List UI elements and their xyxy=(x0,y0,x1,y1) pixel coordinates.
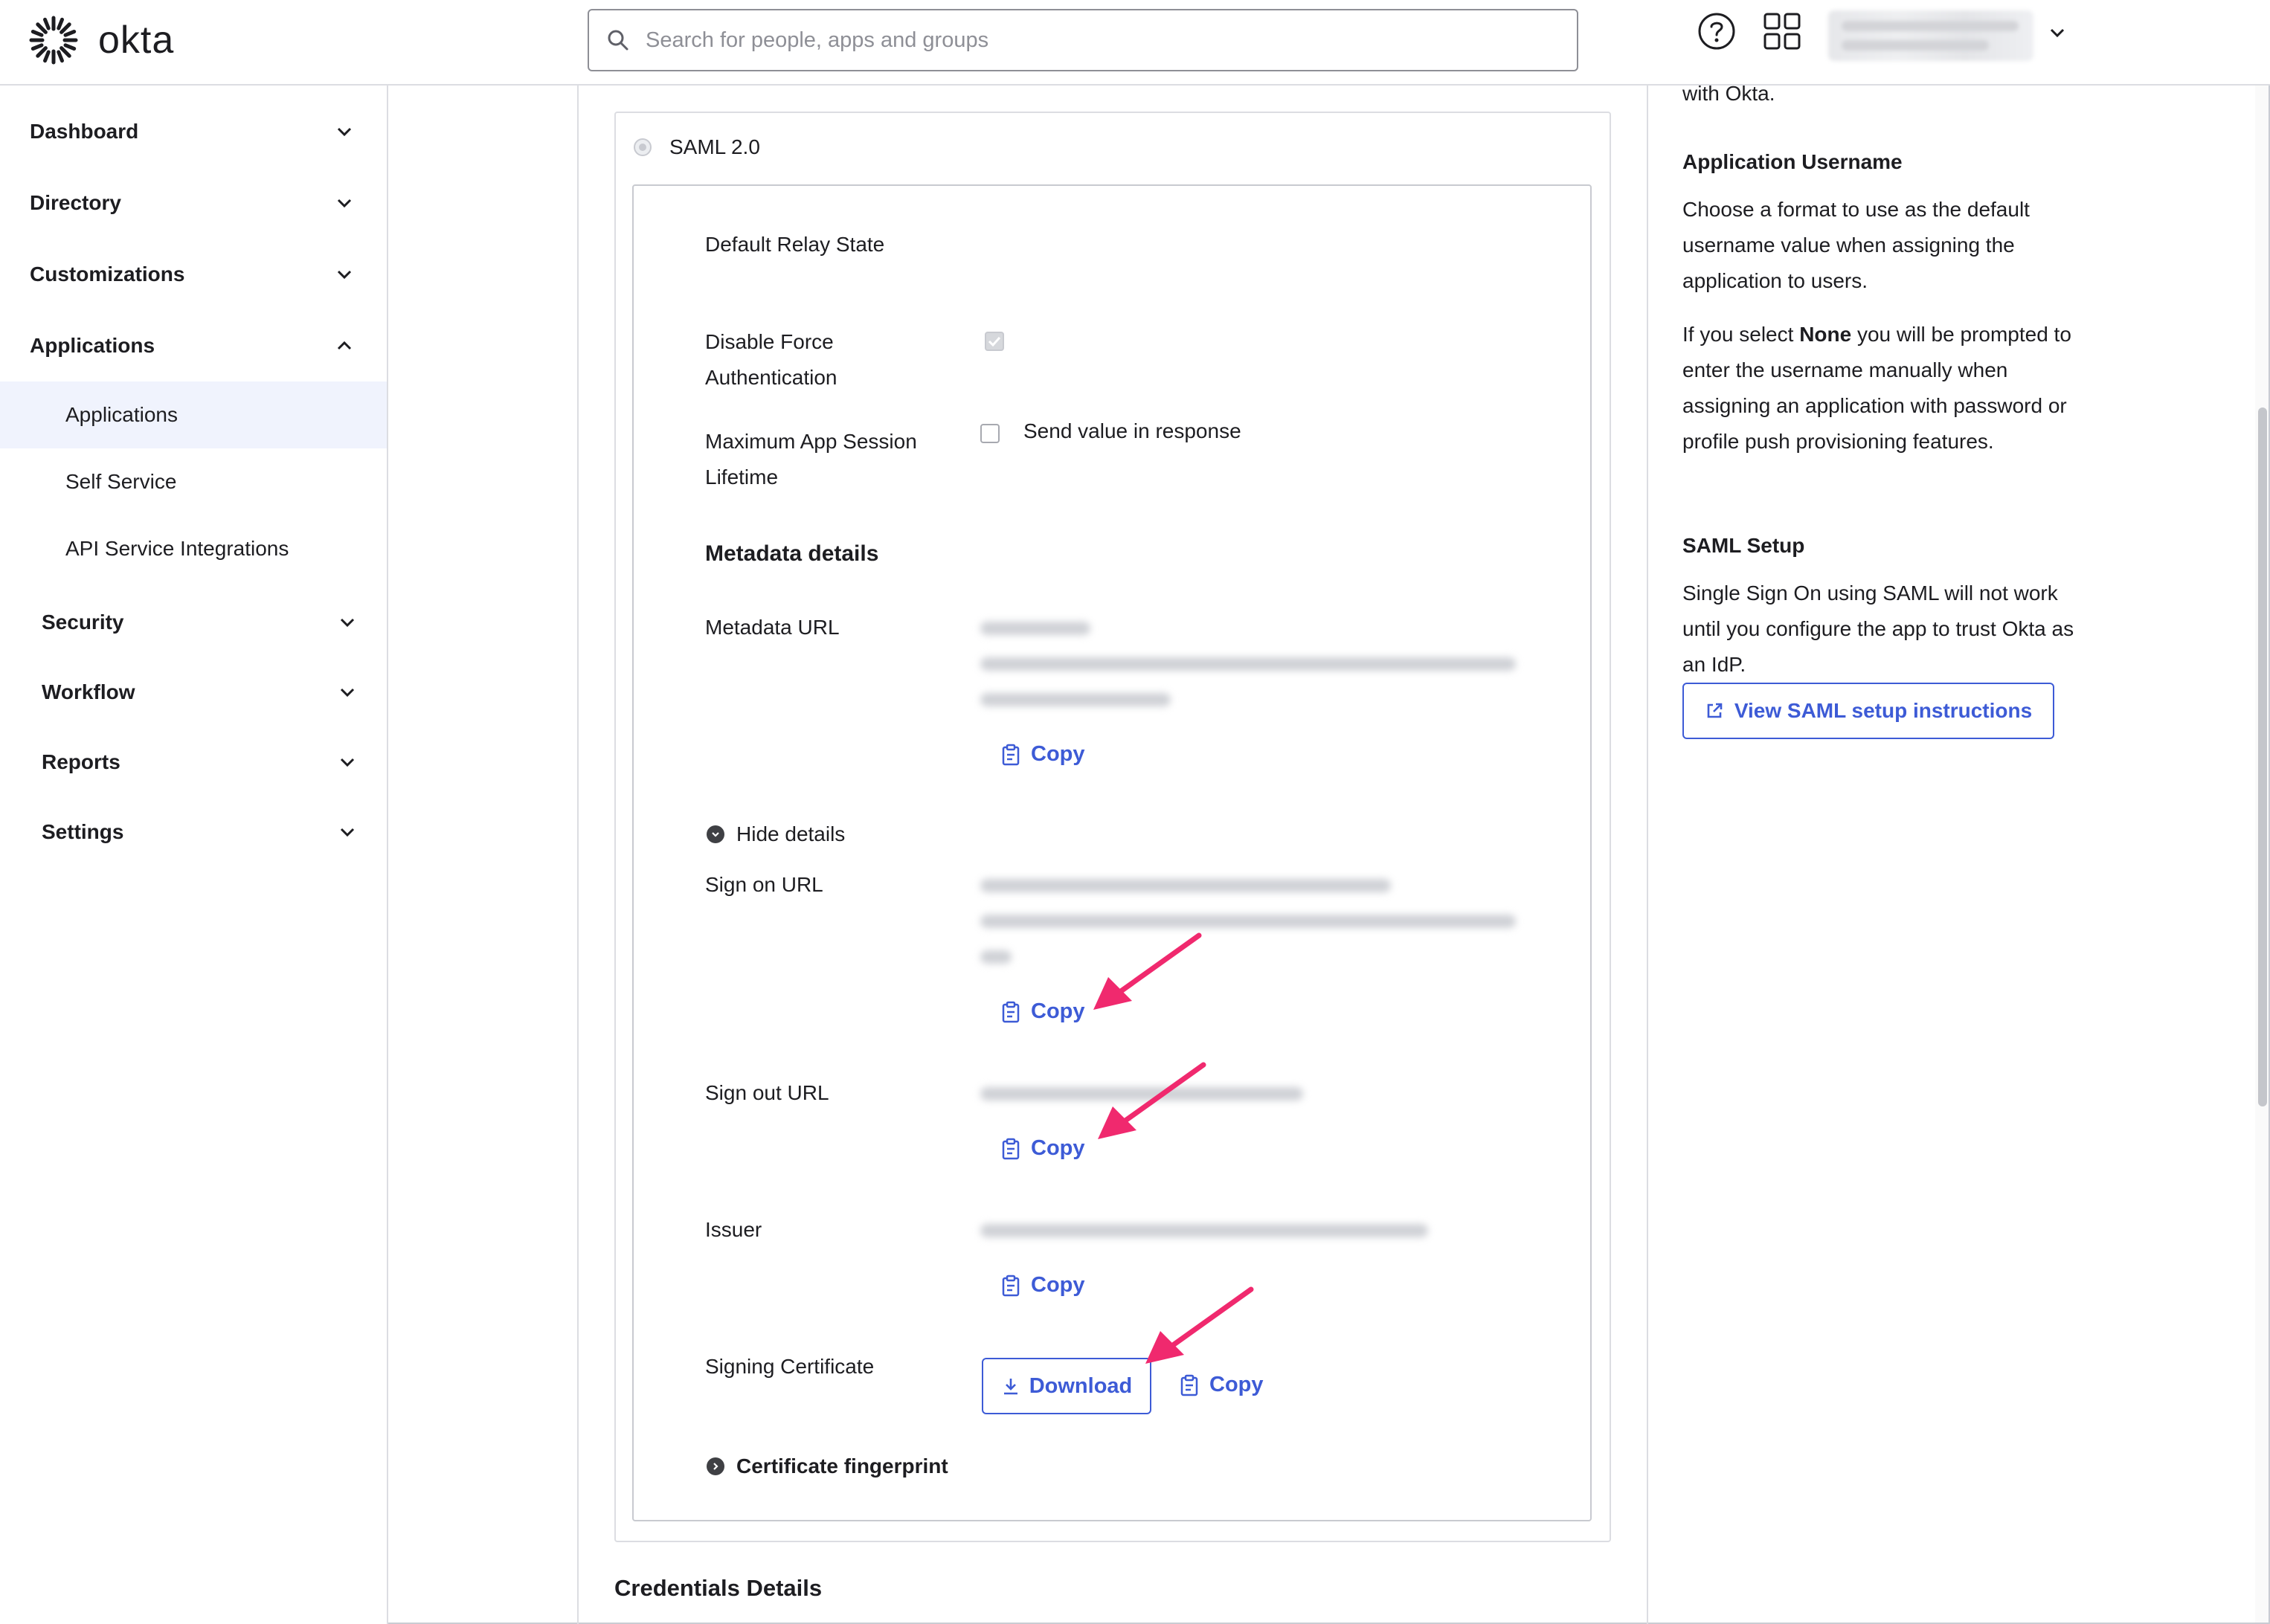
sidebar: Dashboard Directory Customizations Appli… xyxy=(0,86,388,1624)
column-divider xyxy=(577,86,579,1624)
scrollbar-thumb[interactable] xyxy=(2258,407,2267,1106)
send-value-checkbox[interactable] xyxy=(980,424,1000,443)
sidebar-item-settings[interactable]: Settings xyxy=(0,814,387,850)
copy-label: Copy xyxy=(1031,1136,1085,1160)
sidebar-item-applications[interactable]: Applications xyxy=(0,328,387,364)
signing-certificate-label: Signing Certificate xyxy=(705,1355,875,1378)
sidebar-item-customizations[interactable]: Customizations xyxy=(0,257,387,292)
sidebar-item-label: Workflow xyxy=(42,680,135,703)
clipboard-icon xyxy=(1002,1001,1020,1022)
send-value-label: Send value in response xyxy=(1023,419,1241,442)
sign-on-url-label: Sign on URL xyxy=(705,873,823,896)
download-certificate-button[interactable]: Download xyxy=(982,1358,1151,1414)
global-search[interactable] xyxy=(588,9,1578,71)
sidebar-subitem-api-service-integrations[interactable]: API Service Integrations xyxy=(0,515,387,582)
external-link-icon xyxy=(1707,703,1723,718)
copy-label: Copy xyxy=(1031,742,1085,766)
chevron-down-icon xyxy=(340,688,355,697)
user-menu[interactable] xyxy=(1828,10,2033,61)
checkmark-icon xyxy=(988,336,1001,347)
clipboard-icon xyxy=(1002,1138,1020,1159)
copy-label: Copy xyxy=(1031,999,1085,1023)
application-username-title: Application Username xyxy=(1682,150,1903,173)
search-input[interactable] xyxy=(646,28,1538,53)
hide-details-label: Hide details xyxy=(736,822,846,845)
chevron-down-icon xyxy=(337,127,352,137)
clipboard-icon xyxy=(1002,1275,1020,1296)
help-intro-text: with Okta. xyxy=(1682,82,1775,105)
sidebar-subitem-applications[interactable]: Applications xyxy=(0,381,387,448)
disable-force-auth-checkbox xyxy=(985,332,1004,351)
chevron-down-icon xyxy=(340,828,355,837)
saml-setup-text: Single Sign On using SAML will not work … xyxy=(1682,581,2074,676)
help-icon[interactable] xyxy=(1697,12,1736,51)
sidebar-subitem-label: API Service Integrations xyxy=(65,537,289,560)
sidebar-item-workflow[interactable]: Workflow xyxy=(0,674,387,710)
max-session-label-line2: Lifetime xyxy=(705,465,779,489)
download-label: Download xyxy=(1029,1373,1133,1398)
issuer-label: Issuer xyxy=(705,1218,762,1241)
clipboard-icon xyxy=(1180,1374,1198,1396)
disable-force-auth-label-line2: Authentication xyxy=(705,366,837,389)
sidebar-item-directory[interactable]: Directory xyxy=(0,185,387,221)
saml-radio[interactable] xyxy=(634,138,652,156)
annotation-arrow-icon xyxy=(1093,932,1202,1010)
search-icon xyxy=(608,30,628,51)
sidebar-item-reports[interactable]: Reports xyxy=(0,744,387,780)
chevron-down-icon xyxy=(707,825,724,843)
sidebar-item-label: Reports xyxy=(42,750,120,773)
certificate-fingerprint-toggle[interactable]: Certificate fingerprint xyxy=(707,1454,948,1478)
sidebar-item-label: Applications xyxy=(30,334,155,357)
default-relay-state-label: Default Relay State xyxy=(705,233,885,256)
download-icon xyxy=(1003,1379,1017,1395)
sidebar-item-label: Security xyxy=(42,610,124,634)
sidebar-item-dashboard[interactable]: Dashboard xyxy=(0,114,387,149)
issuer-copy-button[interactable]: Copy xyxy=(1001,1273,1085,1298)
certificate-copy-button[interactable]: Copy xyxy=(1180,1373,1264,1397)
okta-sunburst-icon xyxy=(29,16,78,65)
hide-details-toggle[interactable]: Hide details xyxy=(707,822,845,846)
chevron-down-icon xyxy=(337,199,352,208)
view-saml-setup-button[interactable]: View SAML setup instructions xyxy=(1682,683,2054,739)
sidebar-item-label: Dashboard xyxy=(30,120,139,143)
chevron-right-icon xyxy=(707,1457,724,1475)
sign-out-url-copy-button[interactable]: Copy xyxy=(1001,1136,1085,1161)
chevron-down-icon xyxy=(340,618,355,628)
chevron-down-icon[interactable] xyxy=(2047,22,2068,43)
sidebar-subitem-label: Applications xyxy=(65,403,178,426)
chevron-down-icon xyxy=(337,270,352,280)
metadata-url-copy-button[interactable]: Copy xyxy=(1001,742,1085,767)
chevron-down-icon xyxy=(340,758,355,767)
annotation-arrow-icon xyxy=(1145,1286,1254,1364)
logo-text: okta xyxy=(98,19,175,62)
sidebar-subitem-label: Self Service xyxy=(65,470,177,493)
sign-out-url-label: Sign out URL xyxy=(705,1081,829,1104)
credentials-details-title: Credentials Details xyxy=(614,1575,823,1601)
saml-label: SAML 2.0 xyxy=(669,135,760,158)
sign-on-url-copy-button[interactable]: Copy xyxy=(1001,999,1085,1024)
metadata-details-title: Metadata details xyxy=(705,541,879,566)
application-username-text: Choose a format to use as the default us… xyxy=(1682,198,2030,292)
view-saml-setup-label: View SAML setup instructions xyxy=(1734,699,2033,722)
clipboard-icon xyxy=(1002,744,1020,765)
sidebar-item-security[interactable]: Security xyxy=(0,605,387,640)
column-divider xyxy=(1647,86,1648,1624)
okta-logo[interactable]: okta xyxy=(28,15,174,65)
copy-label: Copy xyxy=(1031,1273,1085,1297)
metadata-url-label: Metadata URL xyxy=(705,616,840,639)
certificate-fingerprint-label: Certificate fingerprint xyxy=(736,1454,948,1478)
top-header: okta xyxy=(0,0,2270,86)
sidebar-item-label: Settings xyxy=(42,820,124,843)
saml-setup-title: SAML Setup xyxy=(1682,534,1805,557)
sidebar-item-label: Directory xyxy=(30,191,121,214)
none-option-text: If you select None you will be prompted … xyxy=(1682,323,2071,453)
sidebar-item-label: Customizations xyxy=(30,262,185,286)
apps-grid-icon[interactable] xyxy=(1763,12,1801,51)
max-session-label-line1: Maximum App Session xyxy=(705,430,917,453)
annotation-arrow-icon xyxy=(1098,1062,1206,1139)
copy-label: Copy xyxy=(1209,1373,1264,1396)
sidebar-subitem-self-service[interactable]: Self Service xyxy=(0,448,387,515)
chevron-up-icon xyxy=(337,341,352,350)
disable-force-auth-label-line1: Disable Force xyxy=(705,330,834,353)
